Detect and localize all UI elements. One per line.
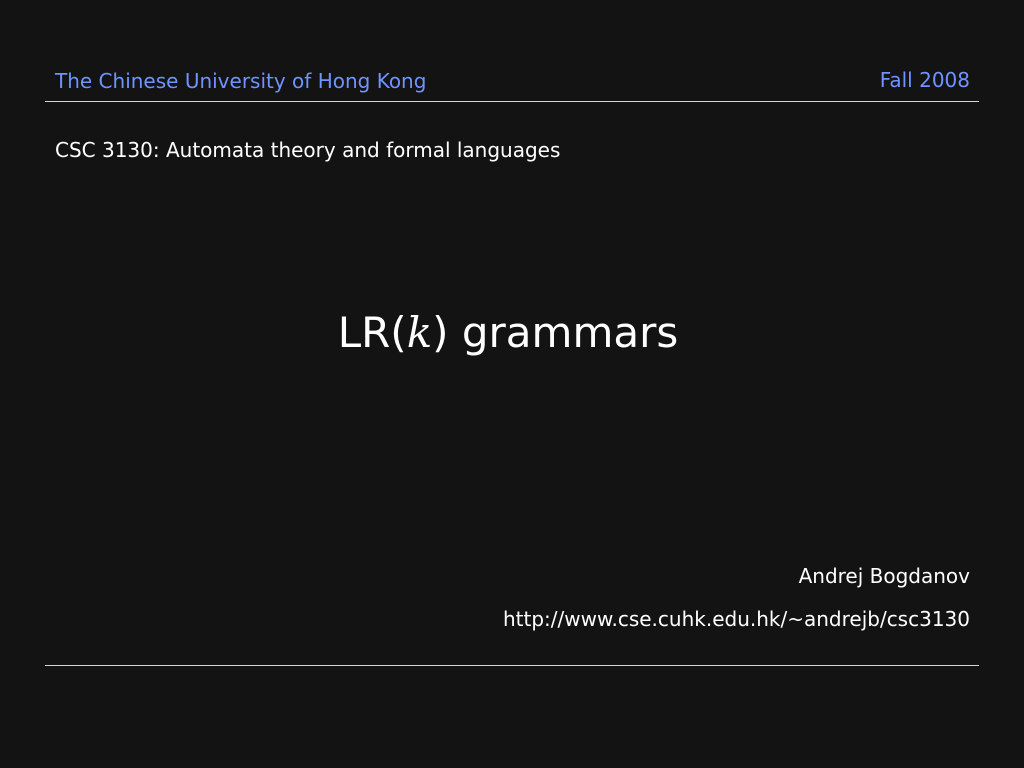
slide: The Chinese University of Hong Kong Fall… <box>0 0 1024 768</box>
footer-divider <box>45 665 979 666</box>
title-suffix: ) grammars <box>432 308 679 357</box>
author-name: Andrej Bogdanov <box>798 564 970 588</box>
institution-label: The Chinese University of Hong Kong <box>55 69 427 93</box>
title-prefix: LR( <box>337 308 407 357</box>
term-label: Fall 2008 <box>879 68 970 92</box>
header-divider <box>45 101 979 102</box>
title-variable: k <box>406 308 433 357</box>
course-url: http://www.cse.cuhk.edu.hk/~andrejb/csc3… <box>502 607 970 631</box>
course-title: CSC 3130: Automata theory and formal lan… <box>55 138 561 162</box>
slide-title: LR(k) grammars <box>0 308 1016 357</box>
